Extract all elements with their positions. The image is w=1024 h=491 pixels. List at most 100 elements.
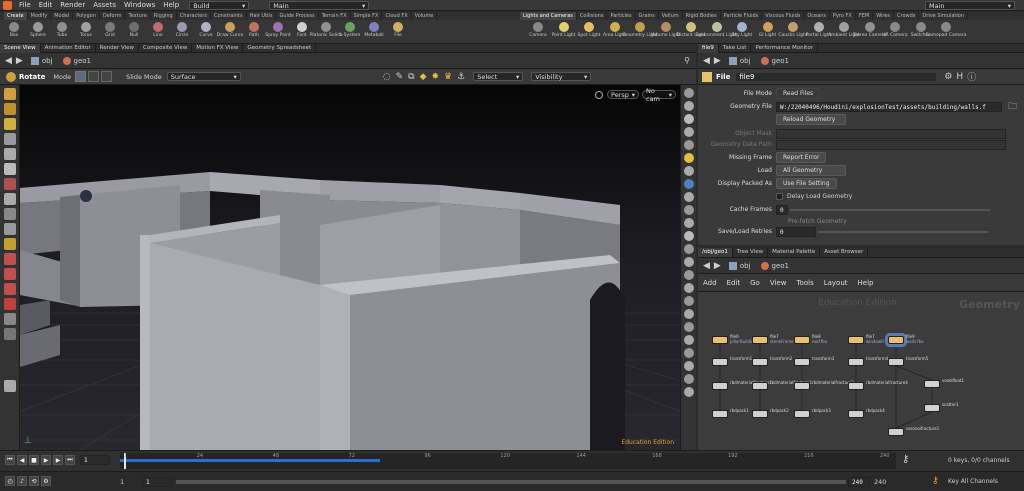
shelf-tab-viscous-fluids[interactable]: Viscous Fluids xyxy=(762,12,805,20)
menu-render[interactable]: Render xyxy=(56,0,89,11)
path-obj[interactable]: obj xyxy=(42,57,53,65)
menu-file[interactable]: File xyxy=(15,0,35,11)
display-toggle-4-icon[interactable] xyxy=(683,127,694,137)
tool-volume-light[interactable]: Volume Light xyxy=(651,21,680,43)
tab-render-view[interactable]: Render View xyxy=(96,43,140,53)
tool-tube[interactable]: Tube xyxy=(50,21,74,43)
magnet-tool-icon[interactable] xyxy=(3,298,16,310)
select-tool-3-icon[interactable] xyxy=(3,118,16,130)
snap-tool-icon[interactable] xyxy=(3,283,16,295)
tab-obj-geo1[interactable]: /obj/geo1 xyxy=(698,248,733,257)
shelf-tab-particle-fluids[interactable]: Particle Fluids xyxy=(721,12,763,20)
node-rbdmaterialfracture4-13[interactable] xyxy=(848,382,864,390)
display-toggle-17-icon[interactable] xyxy=(683,296,694,306)
shelf-tab-terrain-fx[interactable]: Terrain FX xyxy=(319,12,351,20)
back-arrow-icon[interactable]: ◀ xyxy=(703,261,710,271)
node-file9-4[interactable] xyxy=(888,336,904,344)
display-toggle-14-icon[interactable] xyxy=(683,257,694,267)
node-transform2-6[interactable] xyxy=(752,358,768,366)
scene-viewport[interactable]: Persp ▾ No cam ▾ Education Edition ⊥ xyxy=(20,85,680,450)
node-file6-0[interactable] xyxy=(712,336,728,344)
tool-sky-light[interactable]: Sky Light xyxy=(730,21,754,43)
shelf-tab-characters[interactable]: Characters xyxy=(177,12,212,20)
node-rbdmaterialfracture1-10[interactable] xyxy=(712,382,728,390)
geometry-file-field[interactable]: W:/22040496/Houdini/explosionTest/assets… xyxy=(776,101,1002,112)
node-file7-3[interactable] xyxy=(848,336,864,344)
tab-tree-view[interactable]: Tree View xyxy=(733,248,769,257)
menu-windows[interactable]: Windows xyxy=(120,0,159,11)
object-mask-field[interactable] xyxy=(776,128,1006,139)
tool-gi-light[interactable]: GI Light xyxy=(756,21,780,43)
display-packed-select[interactable]: Use File Setting xyxy=(776,178,837,189)
node-file8-2[interactable] xyxy=(794,336,810,344)
measure-tool-icon[interactable] xyxy=(3,223,16,235)
scale-tool-icon[interactable] xyxy=(3,268,16,280)
display-toggle-24-icon[interactable] xyxy=(683,387,694,397)
tool-null[interactable]: Null xyxy=(122,21,146,43)
display-toggle-5-icon[interactable] xyxy=(683,140,694,150)
node-transform5-9[interactable] xyxy=(888,358,904,366)
go-end-icon[interactable]: ⏭ xyxy=(65,455,75,465)
rotate-tool-icon[interactable] xyxy=(6,71,16,82)
tool-camera[interactable]: Camera xyxy=(526,21,550,43)
lock-icon[interactable] xyxy=(3,163,16,175)
end-frame-field[interactable]: 240 xyxy=(848,477,870,487)
cache-frames-slider[interactable] xyxy=(790,208,990,211)
houdini-logo-icon[interactable] xyxy=(3,1,12,10)
display-toggle-21-icon[interactable] xyxy=(683,348,694,358)
tab-asset-browser[interactable]: Asset Browser xyxy=(820,248,869,257)
node-scatter1-19[interactable] xyxy=(924,404,940,412)
path-obj[interactable]: obj xyxy=(740,57,751,65)
current-frame-field[interactable]: 1 xyxy=(80,455,110,465)
range-slider[interactable] xyxy=(176,480,846,484)
display-toggle-19-icon[interactable] xyxy=(683,322,694,332)
brush-tool-icon[interactable] xyxy=(3,208,16,220)
tool-font[interactable]: Font xyxy=(290,21,314,43)
node-rbdpack2-15[interactable] xyxy=(752,410,768,418)
tool-spot-light[interactable]: Spot Light xyxy=(577,21,601,43)
delay-load-checkbox[interactable] xyxy=(776,193,783,200)
lasso-icon[interactable]: ◌ xyxy=(383,72,391,82)
node-rbdpack3-16[interactable] xyxy=(794,410,810,418)
key-all-channels[interactable]: Key All Channels xyxy=(948,478,998,485)
shelf-tab-modify[interactable]: Modify xyxy=(28,12,52,20)
path-geo[interactable]: geo1 xyxy=(74,57,92,65)
shelf-tab-constraints[interactable]: Constraints xyxy=(211,12,247,20)
display-toggle-23-icon[interactable] xyxy=(683,374,694,384)
menu-assets[interactable]: Assets xyxy=(89,0,120,11)
info-icon[interactable]: ⓘ xyxy=(967,70,976,83)
tool-draw-curve[interactable]: Draw Curve xyxy=(217,21,243,43)
tool-grid[interactable]: Grid xyxy=(98,21,122,43)
shelf-tab-model[interactable]: Model xyxy=(51,12,74,20)
tool-torus[interactable]: Torus xyxy=(74,21,98,43)
view-options-icon[interactable] xyxy=(595,90,603,99)
display-toggle-3-icon[interactable] xyxy=(683,114,694,124)
node-rbdpack4-17[interactable] xyxy=(848,410,864,418)
persp-menu[interactable]: Persp ▾ xyxy=(607,90,639,99)
select-tool-icon[interactable] xyxy=(3,88,16,100)
shelf-tab-pyro-fx[interactable]: Pyro FX xyxy=(830,12,856,20)
missing-frame-select[interactable]: Report Error xyxy=(776,152,827,163)
back-arrow-icon[interactable]: ◀ xyxy=(703,56,710,66)
key-icon[interactable]: ⚷ xyxy=(902,454,909,465)
camera-menu[interactable]: No cam ▾ xyxy=(642,87,676,103)
go-start-icon[interactable]: ⏮ xyxy=(5,455,15,465)
brush-icon[interactable]: ✎ xyxy=(396,72,404,82)
node-transform1-5[interactable] xyxy=(712,358,728,366)
forward-arrow-icon[interactable]: ▶ xyxy=(16,56,23,66)
render-region-icon[interactable] xyxy=(3,328,16,340)
shelf-tab-crowds[interactable]: Crowds xyxy=(894,12,920,20)
audio-icon[interactable]: ♪ xyxy=(17,476,27,486)
start-frame-field[interactable]: 1 xyxy=(142,477,172,487)
rotate-tool-left-icon[interactable] xyxy=(3,253,16,265)
cache-frames-field[interactable]: 0 xyxy=(776,204,788,215)
tool-environment-light[interactable]: Environment Light xyxy=(696,21,737,43)
retries-field[interactable]: 0 xyxy=(776,226,816,237)
back-arrow-icon[interactable]: ◀ xyxy=(5,56,12,66)
help-icon[interactable] xyxy=(3,380,16,392)
gear-icon[interactable]: ⚙ xyxy=(944,72,952,82)
shelf-tab-cloud-fx[interactable]: Cloud FX xyxy=(382,12,412,20)
tool-area-light[interactable]: Area Light xyxy=(603,21,627,43)
tool-platonic-solids[interactable]: Platonic Solids xyxy=(310,21,342,43)
shelf-tab-fem[interactable]: FEM xyxy=(856,12,874,20)
